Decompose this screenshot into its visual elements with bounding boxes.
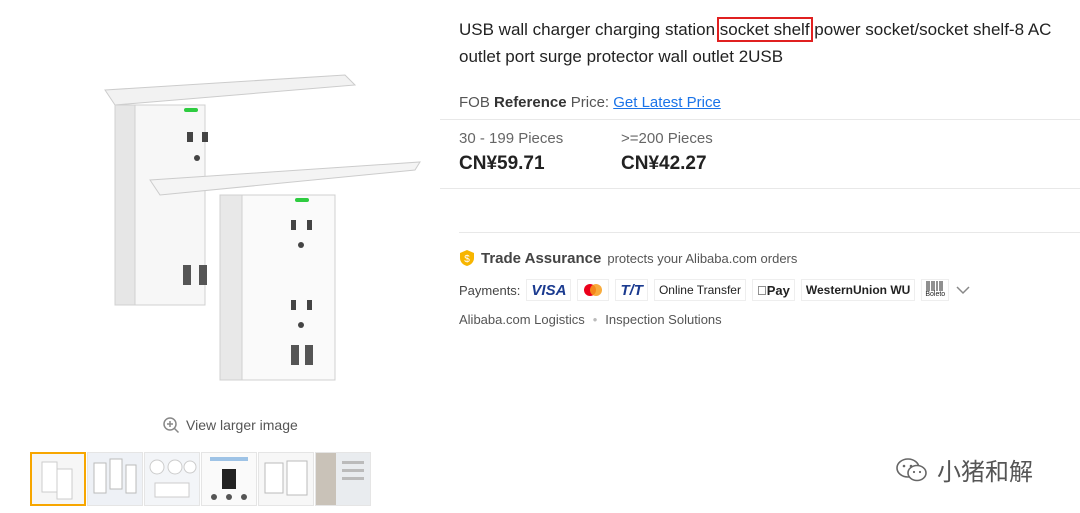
mastercard-icon bbox=[577, 279, 610, 301]
divider-mid bbox=[440, 188, 1080, 189]
title-text-pre: USB wall charger charging station bbox=[459, 20, 720, 39]
product-title: USB wall charger charging station socket… bbox=[459, 16, 1079, 70]
main-product-image[interactable] bbox=[95, 70, 430, 400]
western-union-icon: WesternUnion WU bbox=[800, 279, 916, 301]
divider-trade bbox=[459, 232, 1080, 233]
inspection-link[interactable]: Inspection Solutions bbox=[605, 312, 721, 327]
payments-row: Payments: VISA T/T Online Transfer Pay … bbox=[459, 279, 971, 301]
fob-reference: Reference bbox=[494, 94, 567, 111]
product-gallery: View larger image bbox=[0, 0, 440, 513]
separator-dot: • bbox=[592, 312, 598, 327]
chevron-down-icon[interactable] bbox=[955, 284, 971, 296]
tier-price: CN¥42.27 bbox=[621, 153, 707, 174]
tt-icon: T/T bbox=[615, 279, 648, 301]
thumbnail-1[interactable] bbox=[30, 452, 86, 506]
thumbnail-5[interactable] bbox=[258, 452, 314, 506]
fob-prefix: FOB bbox=[459, 94, 495, 111]
apple-pay-label: Pay bbox=[756, 282, 790, 298]
boleto-label: Boleto bbox=[915, 291, 945, 298]
price-tier-2: >=200 Pieces CN¥42.27 bbox=[621, 130, 713, 175]
fob-price-row: FOB Reference Price: Get Latest Price bbox=[459, 94, 721, 111]
trade-assurance[interactable]: $ Trade Assurance protects your Alibaba.… bbox=[459, 249, 797, 267]
price-tier-1: 30 - 199 Pieces CN¥59.71 bbox=[459, 130, 563, 175]
svg-text:$: $ bbox=[464, 254, 470, 265]
trade-assurance-title: Trade Assurance bbox=[481, 249, 602, 267]
boleto-icon: Boleto bbox=[915, 279, 950, 301]
apple-pay-icon: Pay bbox=[751, 279, 795, 301]
thumbnail-3[interactable] bbox=[144, 452, 200, 506]
tier-quantity: 30 - 199 Pieces bbox=[459, 130, 564, 147]
thumbnail-strip bbox=[30, 452, 371, 506]
thumbnail-6[interactable] bbox=[315, 452, 371, 506]
wechat-watermark: 小猪和解 bbox=[895, 452, 1033, 487]
trade-assurance-desc: protects your Alibaba.com orders bbox=[607, 250, 798, 266]
tier-quantity: >=200 Pieces bbox=[621, 130, 713, 147]
fob-price-label: Price: bbox=[566, 94, 610, 111]
view-larger-label: View larger image bbox=[186, 417, 298, 433]
online-transfer-label: Online Transfer bbox=[653, 279, 746, 301]
highlighted-keyword: socket shelf bbox=[716, 17, 813, 42]
services-row: Alibaba.com Logistics • Inspection Solut… bbox=[459, 312, 722, 327]
divider-top bbox=[440, 119, 1080, 120]
visa-icon: VISA bbox=[526, 279, 572, 301]
wechat-icon bbox=[896, 457, 927, 481]
thumbnail-4[interactable] bbox=[201, 452, 257, 506]
shield-icon: $ bbox=[460, 250, 474, 266]
view-larger-image-link[interactable]: View larger image bbox=[162, 416, 298, 434]
get-latest-price-link[interactable]: Get Latest Price bbox=[613, 94, 721, 111]
watermark-text: 小猪和解 bbox=[937, 459, 1033, 486]
logistics-link[interactable]: Alibaba.com Logistics bbox=[459, 312, 585, 327]
zoom-in-icon bbox=[163, 417, 180, 434]
tier-price: CN¥59.71 bbox=[459, 153, 545, 174]
payments-label: Payments: bbox=[459, 282, 521, 298]
thumbnail-2[interactable] bbox=[87, 452, 143, 506]
